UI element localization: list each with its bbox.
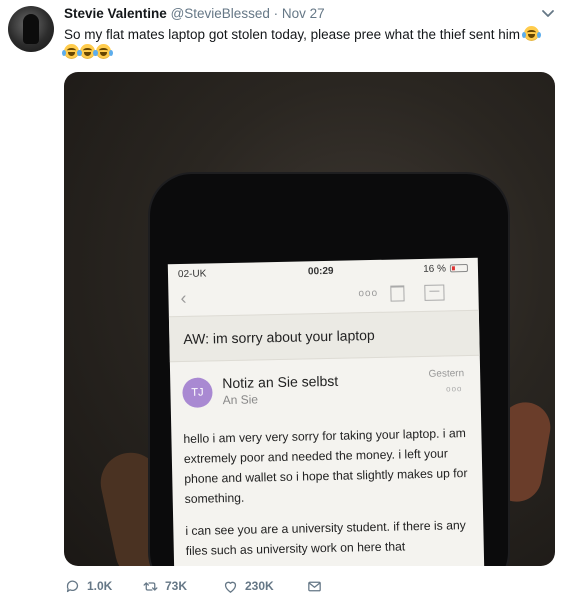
mail-date: Gestern bbox=[428, 368, 465, 380]
mail-subject: AW: im sorry about your laptop bbox=[168, 309, 480, 363]
retweet-button[interactable]: 73K bbox=[142, 576, 187, 596]
archive-icon bbox=[424, 284, 445, 301]
carrier-label: 02-UK bbox=[177, 268, 207, 281]
status-time: 00:29 bbox=[307, 265, 334, 278]
mail-toolbar: ‹ ooo bbox=[168, 278, 479, 314]
reply-button[interactable]: 1.0K bbox=[64, 576, 112, 596]
like-button[interactable]: 230K bbox=[222, 576, 274, 596]
like-count: 230K bbox=[245, 579, 274, 593]
mail-paragraph: i can see you are a university student. … bbox=[185, 518, 466, 558]
tears-of-joy-emoji-icon bbox=[78, 44, 97, 59]
user-handle[interactable]: @StevieBlessed bbox=[171, 6, 270, 21]
tweet-body: So my flat mates laptop got stolen today… bbox=[64, 27, 521, 42]
reply-icon bbox=[66, 580, 79, 592]
phone-screen: 02-UK 00:29 16 % ‹ ooo AW: im sorry abou… bbox=[167, 257, 485, 566]
back-chevron-icon: ‹ bbox=[180, 287, 187, 309]
sender-name: Notiz an Sie selbst bbox=[222, 372, 339, 392]
tweet-header: Stevie Valentine @StevieBlessed · Nov 27 bbox=[64, 6, 536, 24]
direct-message-button[interactable] bbox=[306, 576, 323, 596]
tweet: Stevie Valentine @StevieBlessed · Nov 27… bbox=[0, 0, 566, 600]
trash-icon bbox=[390, 285, 405, 302]
display-name[interactable]: Stevie Valentine bbox=[64, 6, 167, 21]
tweet-text: So my flat mates laptop got stolen today… bbox=[62, 26, 554, 62]
tweet-photo[interactable]: 02-UK 00:29 16 % ‹ ooo AW: im sorry abou… bbox=[64, 72, 555, 566]
avatar[interactable] bbox=[8, 6, 54, 52]
retweet-count: 73K bbox=[165, 579, 188, 593]
battery-icon bbox=[449, 263, 469, 273]
subject-text: AW: im sorry about your laptop bbox=[183, 326, 375, 347]
mail-paragraph: hello i am very very sorry for taking yo… bbox=[183, 426, 468, 506]
tears-of-joy-emoji-icon bbox=[521, 26, 541, 41]
more-dots-icon: ooo bbox=[358, 287, 379, 300]
tweet-date[interactable]: Nov 27 bbox=[282, 6, 325, 21]
reply-count: 1.0K bbox=[87, 579, 113, 593]
more-dots-icon: ooo bbox=[446, 384, 463, 394]
mail-sender: TJ Notiz an Sie selbst An Sie Gestern oo… bbox=[170, 366, 481, 422]
mail-body: hello i am very very sorry for taking yo… bbox=[183, 423, 478, 566]
tears-of-joy-emoji-icon bbox=[62, 44, 81, 59]
envelope-icon bbox=[308, 581, 321, 591]
separator: · bbox=[273, 6, 279, 21]
retweet-icon bbox=[143, 581, 158, 591]
tweet-actions: 1.0K 73K 230K bbox=[64, 576, 464, 596]
battery-percent: 16 % bbox=[423, 263, 447, 275]
avatar-figure bbox=[23, 14, 39, 44]
tears-of-joy-emoji-icon bbox=[94, 44, 113, 59]
chevron-down-icon[interactable] bbox=[540, 5, 556, 21]
sender-badge: TJ bbox=[182, 377, 213, 408]
recipient-label: An Sie bbox=[222, 392, 259, 408]
heart-icon bbox=[224, 581, 237, 593]
